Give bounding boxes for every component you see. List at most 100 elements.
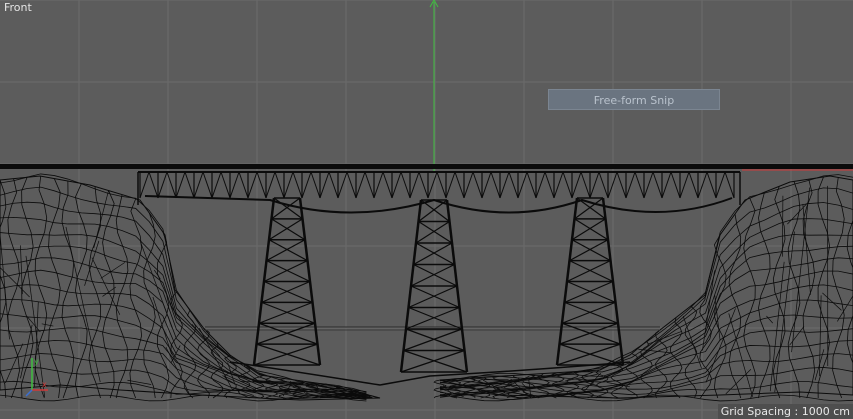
truss-member [410,172,419,198]
truss-member [158,172,167,198]
terrain-mesh-line [792,188,810,353]
tower-brace [562,323,621,344]
tower-brace [572,240,611,261]
terrain-mesh-line [49,179,61,398]
tower-brace [269,219,303,240]
truss-member [239,172,248,198]
terrain-mesh-line [42,324,54,326]
front-viewport[interactable]: Front Free-form Snip y x Grid Spacing : … [0,0,853,419]
tower-brace [567,282,616,303]
tower-brace [560,323,619,344]
truss-member [266,172,275,198]
truss-member [320,172,329,198]
terrain-mesh-line [62,181,74,398]
truss-member [194,172,203,198]
tower-brace [406,308,460,330]
truss-member [626,172,635,198]
tower-brace [257,344,321,365]
truss-member [572,172,581,198]
tower-brace [404,329,463,351]
truss-member [185,172,194,198]
truss-member [302,172,311,198]
xyz-axis-icon: y x [20,352,50,397]
tower-brace [264,282,313,303]
tower-brace [562,302,616,323]
terrain-mesh-line [27,316,41,332]
view-name-label[interactable]: Front [4,1,32,14]
tower-brace [416,222,450,244]
truss-member [473,172,482,198]
terrain-mesh-line [729,214,741,398]
truss-member [581,172,590,198]
truss-member [221,172,230,198]
free-form-snip-overlay: Free-form Snip [548,89,720,110]
truss-member [257,172,266,198]
tower-brace [409,286,458,308]
truss-member [176,172,185,198]
terrain-mesh-line [92,258,120,315]
tower-brace [259,323,318,344]
truss-member [617,172,626,198]
terrain-mesh-line [744,198,756,398]
bridge-tower [401,200,467,372]
truss-member [491,172,500,198]
terrain-mesh-line [89,187,101,399]
truss-member [590,172,599,198]
tower-brace [264,261,308,282]
truss-member [329,172,338,198]
wireframe-scene[interactable] [0,0,853,419]
terrain-mesh-line [803,179,815,398]
terrain-mesh-line [103,191,115,398]
truss-member [653,172,662,198]
terrain-mesh-line [714,235,726,398]
truss-member [455,172,464,198]
tower-brace [262,282,311,303]
truss-member [707,172,716,198]
tower-brace [259,302,313,323]
truss-member [293,172,302,198]
truss-member [536,172,545,198]
truss-member [482,172,491,198]
truss-member [464,172,473,198]
truss-member [149,172,158,198]
tower-brace [267,240,306,261]
bridge-bottom-chord [145,196,732,213]
tower-brace [567,261,611,282]
truss-member [203,172,212,198]
bridge-tower [254,198,320,365]
terrain-wireframe [0,174,853,401]
truss-member [356,172,365,198]
truss-member [644,172,653,198]
truss-member [527,172,536,198]
terrain-mesh-line [144,213,156,398]
tower-brace [565,302,619,323]
truss-member [428,172,437,198]
grid-spacing-readout: Grid Spacing : 1000 cm [718,404,853,419]
tower-brace [570,261,614,282]
tower-brace [272,219,306,240]
truss-member [383,172,392,198]
truss-member [365,172,374,198]
truss-member [545,172,554,198]
terrain-mesh-line [582,371,594,398]
terrain-mesh-line [508,375,520,398]
terrain-mesh-line [116,195,128,398]
truss-member [401,172,410,198]
truss-member [635,172,644,198]
truss-member [248,172,257,198]
svg-text:x: x [42,380,47,389]
truss-member [446,172,455,198]
terrain-mesh-line [0,174,366,392]
tower-brace [269,240,308,261]
tower-brace [572,219,606,240]
truss-member [311,172,320,198]
truss-member [284,172,293,198]
truss-member [140,172,149,198]
truss-member [563,172,572,198]
truss-member [689,172,698,198]
truss-member [671,172,680,198]
truss-member [347,172,356,198]
tower-brace [267,261,311,282]
truss-member [500,172,509,198]
truss-member [230,172,239,198]
